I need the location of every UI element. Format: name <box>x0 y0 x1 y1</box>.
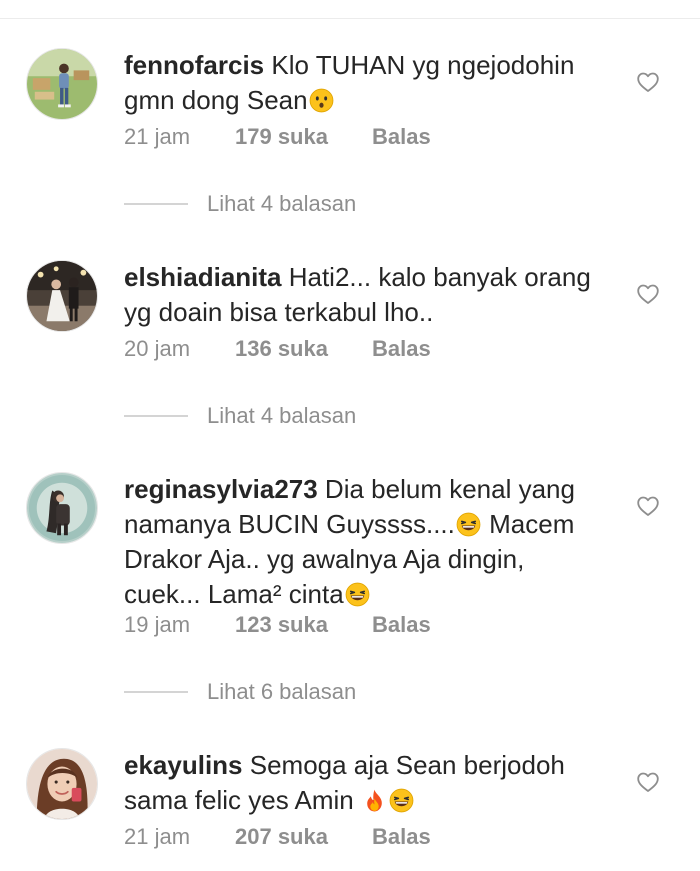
replies-divider-line <box>124 203 188 205</box>
comment-time: 21 jam <box>124 124 191 149</box>
comment-username[interactable]: reginasylvia273 <box>124 474 318 504</box>
reply-button[interactable]: Balas <box>372 610 431 640</box>
grinning-squinting-face-emoji <box>456 512 481 537</box>
comment-username[interactable]: ekayulins <box>124 750 243 780</box>
fire-emoji <box>362 788 387 813</box>
comment-likes-count[interactable]: 207 suka <box>235 822 328 852</box>
comment-time: 21 jam <box>124 824 191 849</box>
comment-text: fennofarcis Klo TUHAN yg ngejodohin gmn … <box>124 48 606 118</box>
top-divider <box>0 18 700 19</box>
grinning-squinting-face-emoji <box>389 788 414 813</box>
view-replies-label[interactable]: Lihat 4 balasan <box>207 189 356 219</box>
reply-button[interactable]: Balas <box>372 822 431 852</box>
hushed-face-emoji <box>309 88 334 113</box>
avatar[interactable] <box>26 472 98 544</box>
comment-likes-count[interactable]: 179 suka <box>235 122 328 152</box>
comment-time: 19 jam <box>124 612 191 637</box>
comment-text: reginasylvia273 Dia belum kenal yang nam… <box>124 472 606 612</box>
reply-button[interactable]: Balas <box>372 334 431 364</box>
view-replies-label[interactable]: Lihat 6 balasan <box>207 677 356 707</box>
comment-text: ekayulins Semoga aja Sean berjodoh sama … <box>124 748 606 818</box>
replies-divider-line <box>124 691 188 693</box>
view-replies-label[interactable]: Lihat 4 balasan <box>207 401 356 431</box>
comment-likes-count[interactable]: 136 suka <box>235 334 328 364</box>
heart-outline-icon[interactable] <box>636 282 660 306</box>
replies-divider-line <box>124 415 188 417</box>
avatar[interactable] <box>26 748 98 820</box>
comments-screen: fennofarcis Klo TUHAN yg ngejodohin gmn … <box>0 0 700 871</box>
comment-time: 20 jam <box>124 336 191 361</box>
heart-outline-icon[interactable] <box>636 70 660 94</box>
heart-outline-icon[interactable] <box>636 770 660 794</box>
avatar[interactable] <box>26 48 98 120</box>
avatar[interactable] <box>26 260 98 332</box>
grinning-squinting-face-emoji <box>345 582 370 607</box>
comment-username[interactable]: fennofarcis <box>124 50 264 80</box>
reply-button[interactable]: Balas <box>372 122 431 152</box>
comment-username[interactable]: elshiadianita <box>124 262 282 292</box>
comment-likes-count[interactable]: 123 suka <box>235 610 328 640</box>
comment-text: elshiadianita Hati2... kalo banyak orang… <box>124 260 606 330</box>
heart-outline-icon[interactable] <box>636 494 660 518</box>
